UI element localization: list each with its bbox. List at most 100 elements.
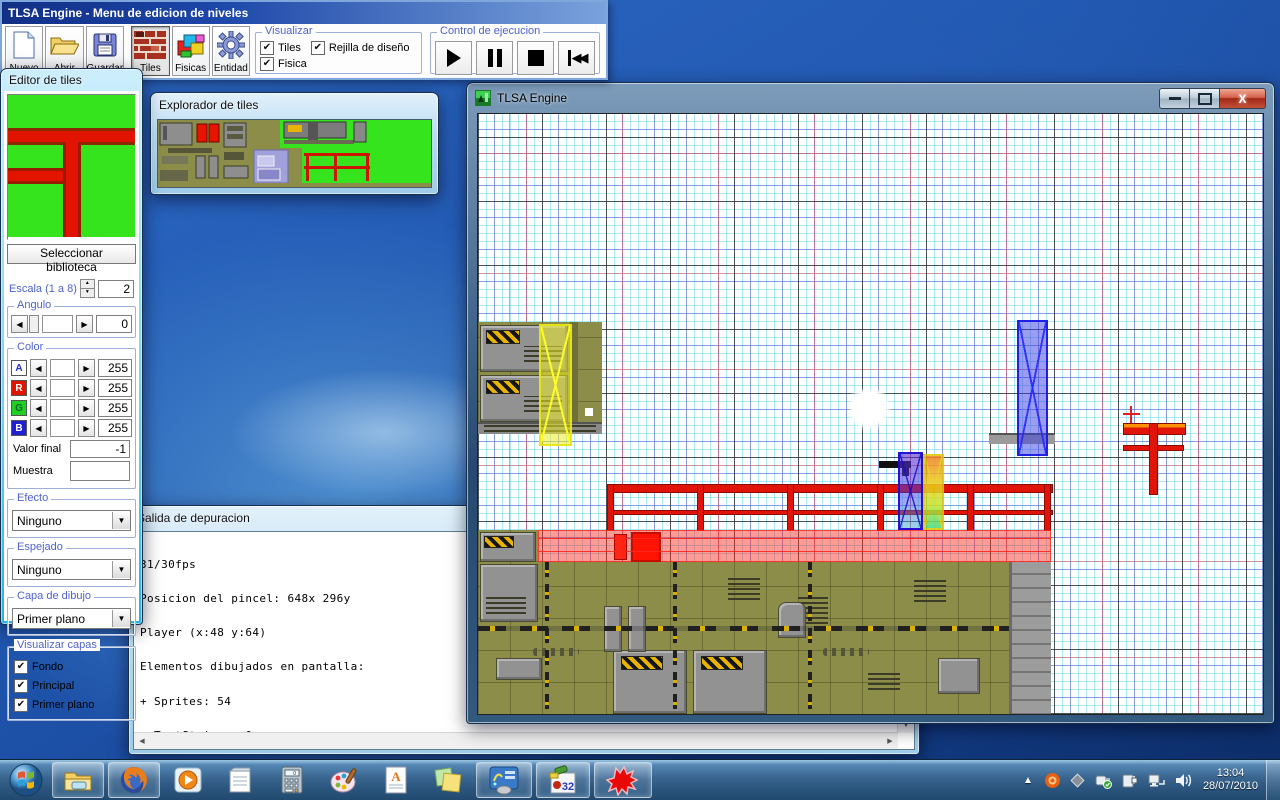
play-button[interactable]: [435, 41, 472, 75]
checkbox-fondo[interactable]: Fondo: [14, 660, 129, 674]
tray-usb-safely-remove-icon[interactable]: [1094, 772, 1113, 789]
firefox-icon: [119, 765, 149, 795]
angle-slider[interactable]: 0: [11, 315, 132, 333]
svg-text:A: A: [391, 769, 401, 784]
espejado-dropdown[interactable]: Ninguno: [12, 559, 131, 580]
wordpad-icon: A: [384, 765, 408, 795]
maximize-button[interactable]: [1189, 88, 1219, 109]
tileset-strip[interactable]: [157, 119, 432, 188]
tray-diamond-icon[interactable]: [1069, 772, 1086, 789]
tray-power-plug-icon[interactable]: [1121, 772, 1139, 789]
level-canvas[interactable]: [477, 113, 1264, 715]
app32-icon: 32: [548, 765, 578, 795]
spin-down-icon[interactable]: ▼: [80, 289, 95, 298]
spin-up-icon[interactable]: ▲: [80, 279, 95, 289]
rewind-button[interactable]: [558, 41, 595, 75]
taskbar-explorer-button[interactable]: [52, 762, 104, 798]
game-window-titlebar[interactable]: TLSA Engine X: [467, 83, 1274, 113]
taskbar-notepad-button[interactable]: [216, 763, 264, 797]
blue-channel-row[interactable]: B 255: [11, 419, 132, 437]
bricks-icon: [132, 27, 168, 63]
new-document-icon: [6, 27, 42, 63]
clock-time: 13:04: [1203, 767, 1258, 780]
pause-button[interactable]: [476, 41, 513, 75]
taskbar-media-player-button[interactable]: [164, 763, 212, 797]
scroll-right-icon[interactable]: [882, 733, 898, 749]
white-dot-sprite: [585, 408, 593, 416]
tile-editor-title: Editor de tiles: [9, 73, 82, 87]
efecto-dropdown[interactable]: Ninguno: [12, 510, 131, 531]
select-library-button[interactable]: Seleccionar biblioteca: [7, 244, 136, 264]
color-group: Color A 255 R 255 G 255 B: [7, 348, 136, 489]
taskbar-paint-button[interactable]: [320, 763, 368, 797]
checkbox-checked-icon: [260, 41, 274, 55]
checkbox-primer-plano[interactable]: Primer plano: [14, 698, 129, 712]
capa-dibujo-group: Capa de dibujo Primer plano: [7, 597, 136, 636]
capa-dropdown[interactable]: Primer plano: [12, 608, 131, 629]
tileset-image: [158, 120, 431, 183]
taskbar-calculator-button[interactable]: 0: [268, 763, 316, 797]
espejado-group: Espejado Ninguno: [7, 548, 136, 587]
slider-left-icon[interactable]: [11, 315, 28, 333]
tile-explorer-titlebar[interactable]: Explorador de tiles: [151, 93, 438, 117]
tile-editor-client: Seleccionar biblioteca Escala (1 a 8) ▲ …: [4, 91, 139, 621]
checkbox-principal[interactable]: Principal: [14, 679, 129, 693]
chevron-down-icon[interactable]: [112, 512, 130, 529]
tile-editor-titlebar[interactable]: Editor de tiles: [1, 69, 142, 91]
control-ejecucion-group: Control de ejecucion: [430, 32, 600, 74]
tray-expand-icon[interactable]: ▲: [1023, 775, 1033, 786]
green-channel-row[interactable]: G 255: [11, 399, 132, 417]
tray-orange-app-icon[interactable]: [1044, 772, 1061, 789]
scale-value[interactable]: 2: [98, 280, 134, 298]
physics-mode-button[interactable]: Fisicas: [172, 26, 210, 76]
taskbar-tlsa-splat-button[interactable]: [594, 762, 652, 798]
checkbox-checked-icon: [311, 41, 325, 55]
checkbox-tiles[interactable]: Tiles: [260, 41, 301, 55]
caption-buttons: X: [1159, 88, 1266, 109]
white-blob-sprite: [850, 390, 892, 430]
tile-wall: [478, 562, 1051, 715]
tile-explorer-title: Explorador de tiles: [159, 98, 258, 112]
chevron-down-icon[interactable]: [112, 561, 130, 578]
taskbar-firefox-button[interactable]: [108, 762, 160, 798]
slider-right-icon[interactable]: [76, 315, 93, 333]
scale-spinner[interactable]: ▲ ▼: [80, 279, 95, 298]
notepad-icon: [227, 765, 253, 795]
start-button[interactable]: [4, 763, 48, 797]
player-collision-box: [898, 452, 923, 530]
checkbox-rejilla[interactable]: Rejilla de diseño: [311, 41, 410, 55]
checkbox-fisica[interactable]: Fisica: [260, 57, 307, 71]
stop-icon: [528, 50, 544, 66]
minimize-icon: [1169, 97, 1181, 100]
game-window-icon: [475, 90, 491, 106]
minimize-button[interactable]: [1159, 88, 1189, 109]
editor-shell-titlebar[interactable]: TLSA Engine - Menu de edicion de niveles: [2, 2, 606, 24]
tile-editor-panel: Editor de tiles Seleccionar biblioteca: [0, 68, 143, 625]
taskbar-app32-button[interactable]: 32: [536, 762, 590, 798]
media-player-icon: [173, 765, 203, 795]
entity-mode-button[interactable]: Entidad: [212, 26, 250, 76]
yellow-tower: [539, 324, 572, 446]
windows-orb-icon: [9, 763, 43, 797]
tray-clock[interactable]: 13:04 28/07/2010: [1203, 767, 1258, 793]
chevron-down-icon[interactable]: [112, 610, 130, 627]
stop-button[interactable]: [517, 41, 554, 75]
close-button[interactable]: X: [1219, 88, 1266, 109]
checkbox-checked-icon: [14, 660, 28, 674]
show-desktop-button[interactable]: [1266, 760, 1280, 800]
debug-horizontal-scrollbar[interactable]: [134, 732, 898, 749]
tray-network-icon[interactable]: [1147, 772, 1166, 789]
left-lower-tiles: [478, 530, 538, 562]
checkbox-checked-icon: [260, 57, 274, 71]
clock-date: 28/07/2010: [1203, 780, 1258, 793]
taskbar-config-app-button[interactable]: [476, 762, 532, 798]
maximize-icon: [1198, 93, 1212, 105]
save-floppy-icon: [87, 27, 124, 63]
red-channel-row[interactable]: R 255: [11, 379, 132, 397]
alpha-channel-row[interactable]: A 255: [11, 359, 132, 377]
scroll-left-icon[interactable]: [134, 733, 150, 749]
tray-volume-icon[interactable]: [1174, 772, 1193, 789]
checkbox-checked-icon: [14, 679, 28, 693]
taskbar-wordpad-button[interactable]: A: [372, 763, 420, 797]
taskbar-sticky-notes-button[interactable]: [424, 763, 472, 797]
